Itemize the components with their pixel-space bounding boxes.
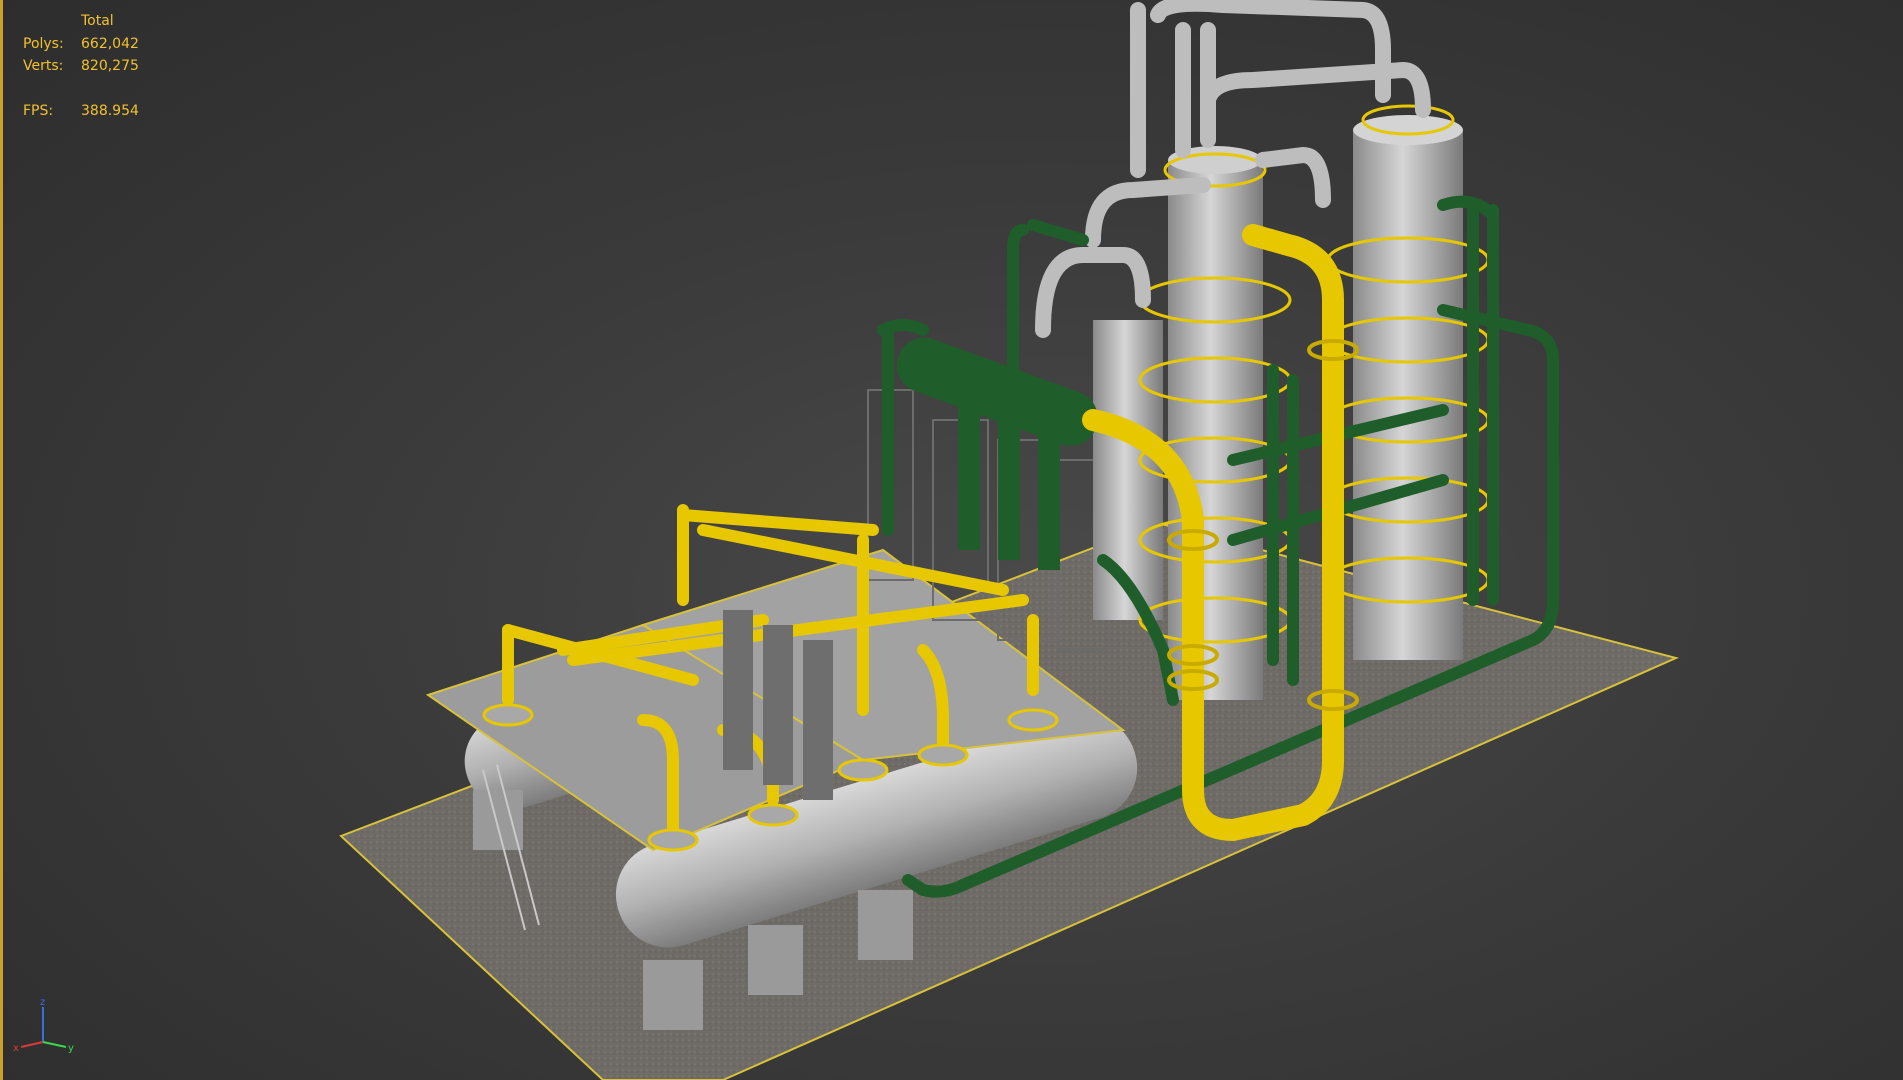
axis-tripod-icon: z x y	[13, 997, 74, 1054]
fps-row: FPS: 388.954	[23, 100, 139, 123]
green-manifold	[896, 337, 1098, 446]
manifold-columns	[958, 400, 1060, 570]
polys-value: 662,042	[81, 35, 139, 52]
axis-z-label: z	[40, 997, 45, 1008]
3d-viewport[interactable]: Total Polys: 662,042 Verts: 820,275 FPS:…	[0, 0, 1903, 1080]
scene-render[interactable]	[3, 0, 1903, 1080]
stats-spacer	[23, 78, 139, 100]
fps-value: 388.954	[81, 102, 139, 119]
stats-header-row: Total	[23, 10, 139, 33]
verts-value: 820,275	[81, 58, 139, 74]
stats-header: Total	[81, 13, 114, 29]
verts-row: Verts: 820,275	[23, 55, 139, 78]
axis-y-label: y	[68, 1043, 74, 1054]
axis-x-label: x	[13, 1043, 19, 1054]
viewport-statistics: Total Polys: 662,042 Verts: 820,275 FPS:…	[23, 10, 139, 122]
fps-label: FPS:	[23, 102, 54, 119]
distillation-column-3	[1093, 320, 1163, 620]
polys-label: Polys:	[23, 35, 64, 52]
verts-label: Verts:	[23, 58, 64, 74]
polys-row: Polys: 662,042	[23, 33, 139, 56]
distillation-column-2	[1353, 115, 1463, 660]
